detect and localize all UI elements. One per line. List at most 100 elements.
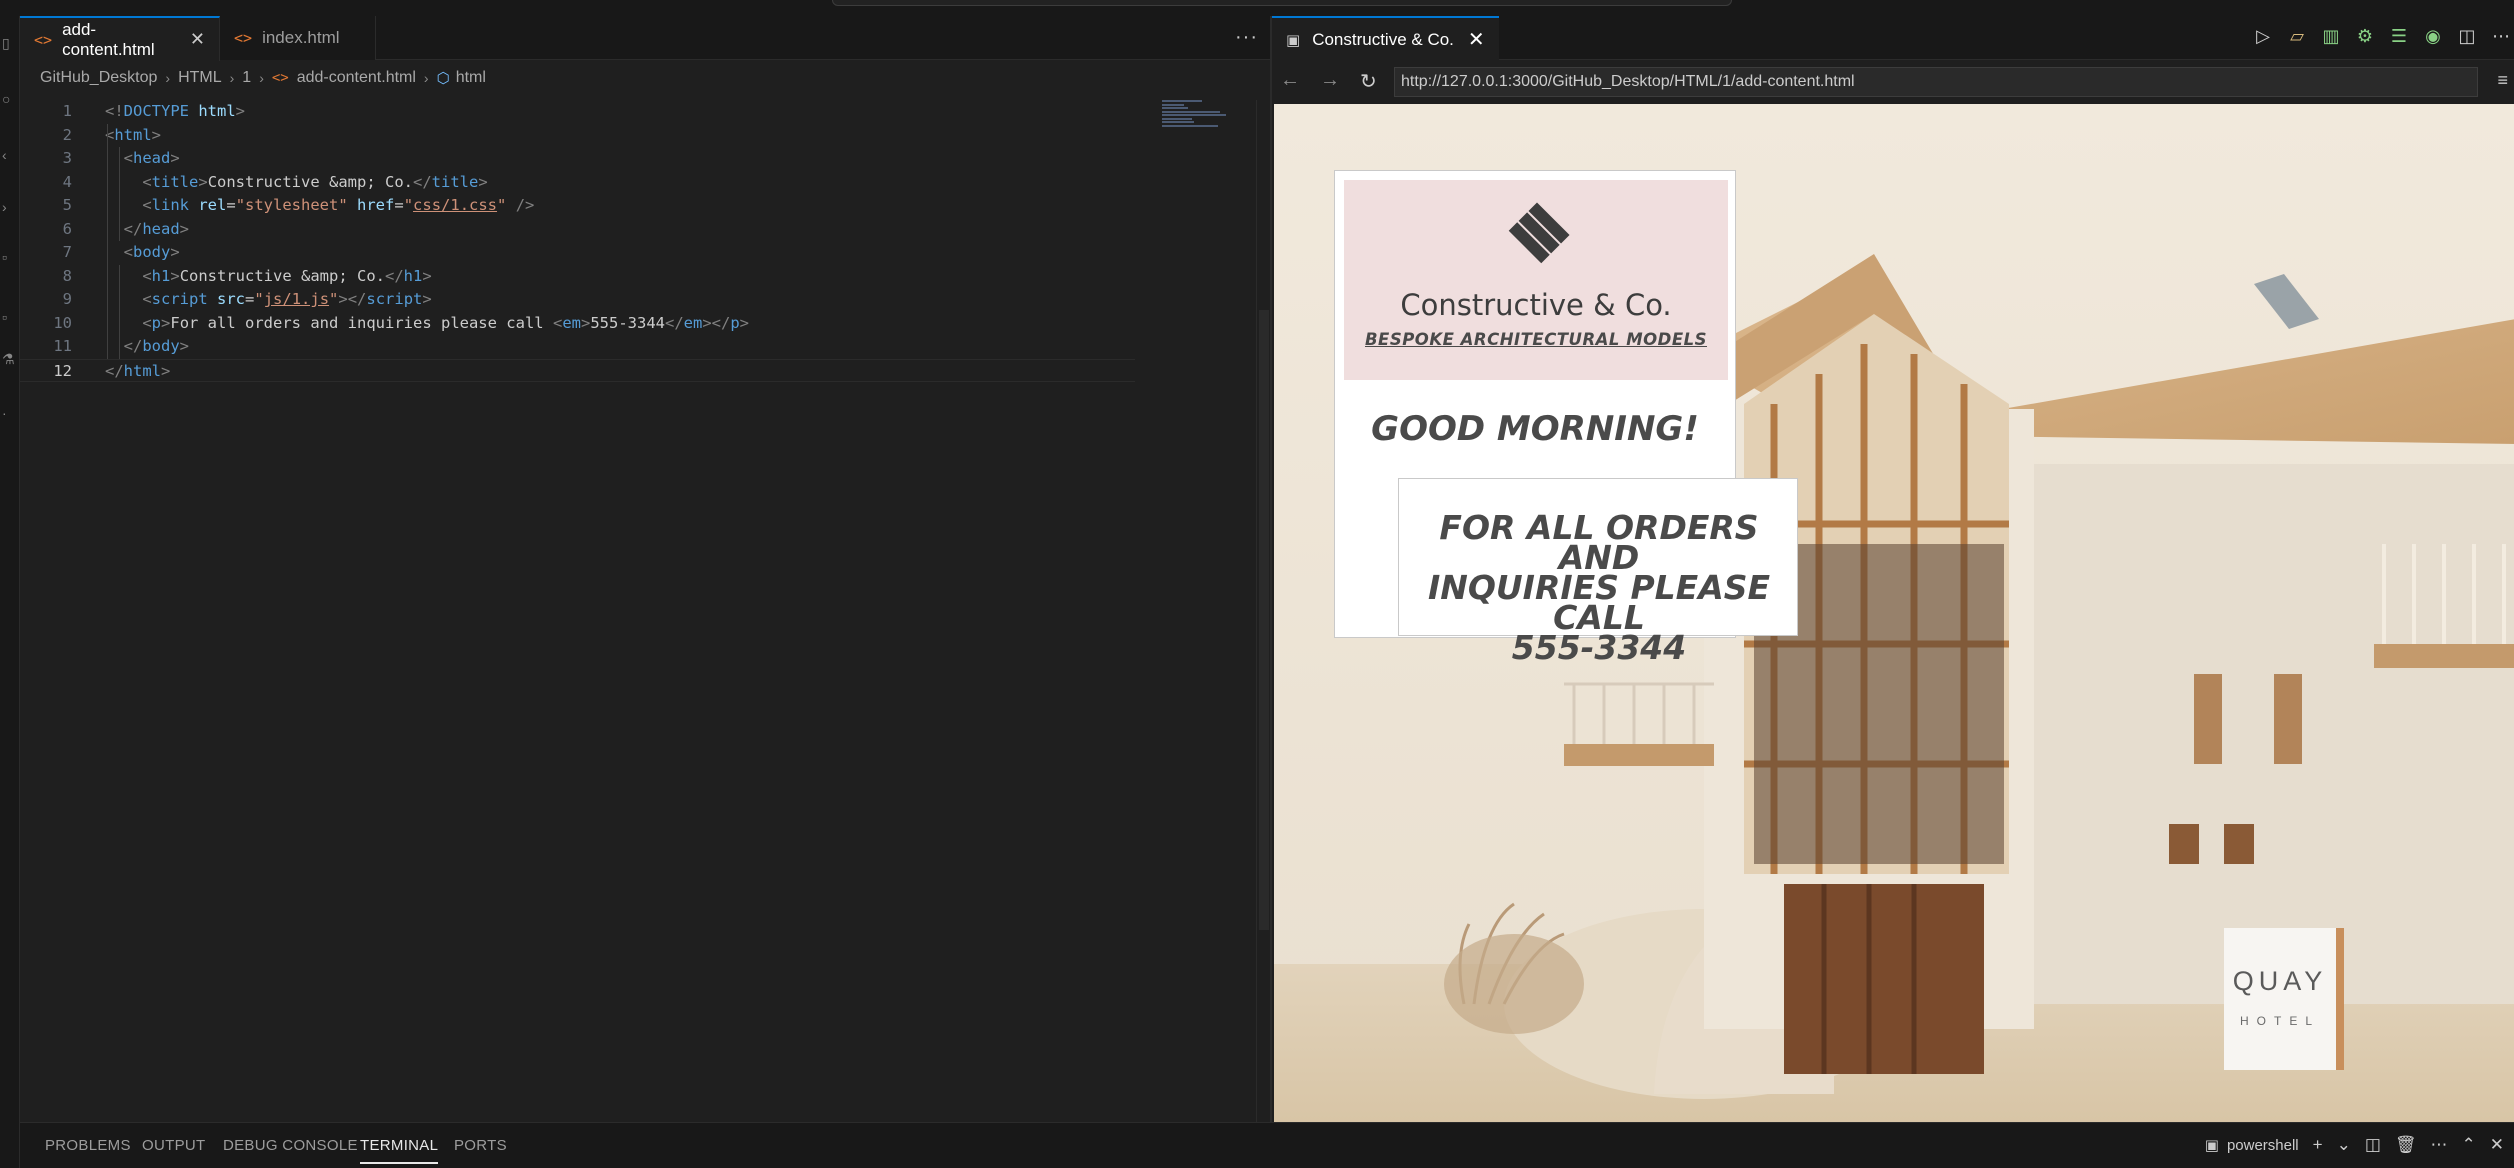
code-line[interactable]: 6 </head> [20, 218, 1170, 242]
code-line[interactable]: 3 <head> [20, 147, 1170, 171]
logo-banner: Constructive & Co. BESPOKE ARCHITECTURAL… [1344, 180, 1728, 380]
browser-url-bar: ← → ↻ http://127.0.0.1:3000/GitHub_Deskt… [1272, 62, 2514, 102]
activity-bar: ▯ ○ ‹ › ▫ ▫ ⚗ · [0, 16, 20, 1168]
logo-diamond-icon [1508, 202, 1570, 264]
code-line[interactable]: 1 <!DOCTYPE html> [20, 100, 1170, 124]
reload-icon[interactable]: ↻ [1360, 69, 1377, 94]
search-icon[interactable]: ○ [2, 92, 12, 106]
code-text: <title>Constructive &amp; Co.</title> [142, 172, 488, 191]
command-center[interactable] [832, 0, 1732, 6]
line-number: 12 [53, 361, 72, 380]
tab-debug-console[interactable]: DEBUG CONSOLE [223, 1137, 358, 1154]
code-text: <!DOCTYPE html> [105, 102, 246, 120]
breadcrumb-item[interactable]: 1 [242, 69, 251, 87]
tab-browser-preview[interactable]: ▣ Constructive & Co. ✕ [1272, 16, 1499, 61]
menu-icon[interactable]: ≡ [2497, 70, 2508, 91]
run-debug-icon[interactable]: › [2, 200, 12, 214]
line-number: 3 [62, 149, 72, 167]
code-text: <html> [105, 125, 162, 144]
indent-guide [119, 264, 120, 359]
chevron-right-icon: › [423, 70, 429, 86]
line-number: 2 [62, 125, 72, 144]
minimap[interactable] [1162, 100, 1232, 130]
terminal-icon: ▣ [2204, 1137, 2219, 1154]
more-actions-icon[interactable]: ··· [1235, 26, 1258, 49]
line-number: 9 [62, 290, 72, 308]
close-icon[interactable]: ✕ [1468, 27, 1485, 52]
forward-icon[interactable]: → [1320, 69, 1340, 92]
testing-icon[interactable]: ⚗ [2, 352, 15, 366]
remote-explorer-icon[interactable]: ▫ [2, 310, 12, 324]
accounts-icon[interactable]: · [2, 406, 12, 420]
tab-ports[interactable]: PORTS [454, 1137, 507, 1154]
close-icon[interactable]: ✕ [2490, 1135, 2504, 1155]
indent-guide [107, 123, 108, 359]
code-text: <body> [123, 243, 180, 261]
chevron-down-icon[interactable]: ⌄ [2337, 1135, 2351, 1155]
bottom-panel: PROBLEMS OUTPUT DEBUG CONSOLE TERMINAL P… [20, 1122, 2514, 1168]
browser-tab-label: Constructive & Co. [1312, 29, 1454, 49]
library-icon[interactable]: ▥ [2322, 26, 2340, 47]
more-actions-icon[interactable]: ⋯ [2492, 26, 2510, 47]
close-icon[interactable]: ✕ [190, 29, 205, 50]
code-line[interactable]: 5 <link rel="stylesheet" href="css/1.css… [20, 194, 1170, 218]
back-icon[interactable]: ← [1280, 69, 1300, 92]
code-line[interactable]: 11 </body> [20, 335, 1170, 359]
breadcrumb-item[interactable]: HTML [178, 69, 222, 87]
code-line[interactable]: 10 <p>For all orders and inquiries pleas… [20, 312, 1170, 336]
tab-label: index.html [262, 28, 340, 47]
code-line[interactable]: 8 <h1>Constructive &amp; Co.</h1> [20, 265, 1170, 289]
code-line[interactable]: 12 </html> [20, 358, 1135, 382]
more-actions-icon[interactable]: ⋯ [2431, 1135, 2448, 1155]
maximize-panel-icon[interactable]: ⌃ [2462, 1135, 2476, 1155]
code-line[interactable]: 2 <html> [20, 124, 1170, 148]
editor-scrollbar[interactable] [1256, 100, 1270, 1122]
list-icon[interactable]: ☰ [2390, 26, 2408, 47]
hotel-sign-sub: HOTEL [2239, 1014, 2320, 1028]
line-number: 11 [53, 337, 72, 355]
hotel-sign-name: QUAY [2232, 966, 2328, 996]
code-editor[interactable]: 1 <!DOCTYPE html> 2 <html> 3 <head> 4 <title>… [20, 100, 1250, 1120]
trash-icon[interactable]: 🗑 [2395, 1135, 2417, 1155]
title-bar [0, 0, 2514, 16]
code-line[interactable]: 4 <title>Constructive &amp; Co.</title> [20, 171, 1170, 195]
contact-line: 555-3344 [1511, 628, 1687, 667]
code-line[interactable]: 7 <body> [20, 241, 1170, 265]
line-number: 5 [62, 196, 72, 214]
breadcrumb-item[interactable]: add-content.html [297, 69, 416, 87]
simple-browser-panel: ▣ Constructive & Co. ✕ ▷ ▱ ▥ ⚙ ☰ ◉ ◫ ⋯ ←… [1270, 16, 2514, 1122]
tab-output[interactable]: OUTPUT [142, 1137, 205, 1154]
html-file-icon: <> [34, 30, 53, 49]
code-line[interactable]: 9 <script src="js/1.js"></script> [20, 288, 1170, 312]
open-folder-icon[interactable]: ▱ [2288, 26, 2306, 47]
tab-add-content-html[interactable]: <> add-content.html ✕ [20, 16, 220, 61]
code-text: </head> [123, 219, 190, 238]
contact-line: INQUIRIES PLEASE CALL [1427, 568, 1771, 637]
chevron-right-icon: › [165, 70, 171, 86]
line-number: 4 [62, 172, 72, 191]
scrollbar-thumb[interactable] [1259, 310, 1269, 930]
gear-icon[interactable]: ⚙ [2356, 26, 2374, 47]
play-circle-icon[interactable]: ◉ [2424, 26, 2442, 47]
tab-terminal[interactable]: TERMINAL [360, 1137, 439, 1164]
code-text: <script src="js/1.js"></script> [142, 290, 432, 308]
tab-index-html[interactable]: <> index.html [220, 16, 376, 60]
breadcrumb-item[interactable]: html [456, 69, 486, 87]
html-file-icon: <> [234, 29, 253, 47]
split-editor-icon[interactable]: ◫ [2458, 26, 2476, 47]
greeting-heading: GOOD MORNING! [1371, 409, 1699, 449]
terminal-selector[interactable]: ▣ powershell [2204, 1136, 2299, 1155]
editor-group: <> add-content.html ✕ <> index.html ··· … [20, 16, 1270, 1122]
new-terminal-icon[interactable]: + [2313, 1135, 2323, 1155]
source-control-icon[interactable]: ‹ [2, 148, 12, 162]
url-input[interactable]: http://127.0.0.1:3000/GitHub_Desktop/HTM… [1394, 67, 2478, 97]
extensions-icon[interactable]: ▫ [2, 250, 12, 264]
split-terminal-icon[interactable]: ◫ [2365, 1135, 2381, 1155]
tab-problems[interactable]: PROBLEMS [45, 1137, 131, 1154]
explorer-icon[interactable]: ▯ [2, 36, 12, 50]
browser-tab-bar: ▣ Constructive & Co. ✕ ▷ ▱ ▥ ⚙ ☰ ◉ ◫ ⋯ [1272, 16, 2514, 61]
run-icon[interactable]: ▷ [2254, 26, 2272, 47]
line-number: 6 [62, 219, 72, 238]
symbol-element-icon: ⬡ [436, 70, 450, 87]
breadcrumb-item[interactable]: GitHub_Desktop [40, 69, 157, 87]
